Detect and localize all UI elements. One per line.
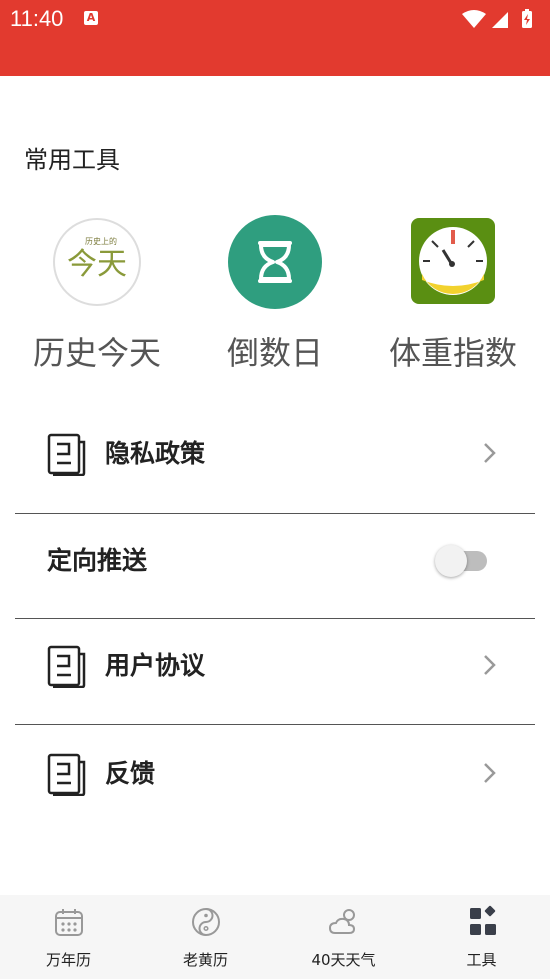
menu-label: 用户协议 — [105, 651, 206, 680]
scale-gauge-icon — [411, 218, 495, 304]
menu-label: 隐私政策 — [105, 439, 206, 468]
chevron-right-icon — [484, 655, 496, 675]
status-time: 11:40 — [10, 6, 64, 31]
history-today-icon: 历史上的 今天 — [53, 218, 141, 306]
bottom-tab-bar: 万年历 老黄历 40天天气 工具 — [0, 895, 550, 979]
wifi-icon — [462, 10, 486, 28]
divider — [15, 724, 535, 725]
menu-row-push: 定向推送 — [15, 515, 535, 619]
tool-countdown[interactable]: 倒数日 — [185, 214, 365, 374]
tab-label: 工具 — [466, 951, 497, 969]
push-toggle[interactable] — [435, 545, 487, 577]
history-logo-big: 今天 — [67, 247, 127, 282]
tool-label: 历史今天 — [32, 334, 161, 372]
chevron-right-icon — [484, 443, 496, 463]
grid-icon — [469, 905, 496, 935]
history-logo-small: 历史上的 — [85, 236, 117, 246]
hourglass-icon — [228, 215, 322, 309]
tab-label: 万年历 — [45, 951, 91, 969]
menu-row-feedback[interactable]: 反馈 — [15, 728, 535, 832]
tool-label: 倒数日 — [226, 334, 323, 372]
tab-calendar[interactable]: 万年历 — [0, 895, 137, 979]
divider — [15, 513, 535, 514]
document-icon — [47, 433, 86, 476]
tab-label: 40天天气 — [311, 951, 376, 969]
section-title: 常用工具 — [24, 146, 120, 174]
menu-label: 反馈 — [105, 759, 156, 788]
tab-weather[interactable]: 40天天气 — [275, 895, 412, 979]
tool-history-today[interactable]: 历史上的 今天 历史今天 — [7, 214, 187, 374]
menu-label: 定向推送 — [47, 546, 148, 575]
tab-tools[interactable]: 工具 — [413, 895, 550, 979]
tab-label: 老黄历 — [182, 951, 228, 969]
weather-cloud-icon — [328, 909, 355, 934]
status-icons — [462, 9, 532, 28]
notification-icon: A — [84, 11, 98, 25]
tool-label: 体重指数 — [388, 334, 517, 372]
calendar-icon — [54, 909, 83, 936]
chevron-right-icon — [484, 763, 496, 783]
document-icon — [47, 645, 86, 688]
menu-row-privacy[interactable]: 隐私政策 — [15, 408, 535, 512]
tool-bmi[interactable]: 体重指数 — [363, 214, 543, 374]
signal-icon — [492, 12, 508, 28]
status-bar: 11:40 A — [0, 0, 550, 76]
document-icon — [47, 753, 86, 796]
yin-yang-icon — [191, 908, 220, 936]
menu-row-agreement[interactable]: 用户协议 — [15, 620, 535, 724]
divider — [15, 618, 535, 619]
tab-almanac[interactable]: 老黄历 — [137, 895, 274, 979]
toggle-knob — [435, 545, 467, 577]
battery-icon — [522, 9, 532, 28]
